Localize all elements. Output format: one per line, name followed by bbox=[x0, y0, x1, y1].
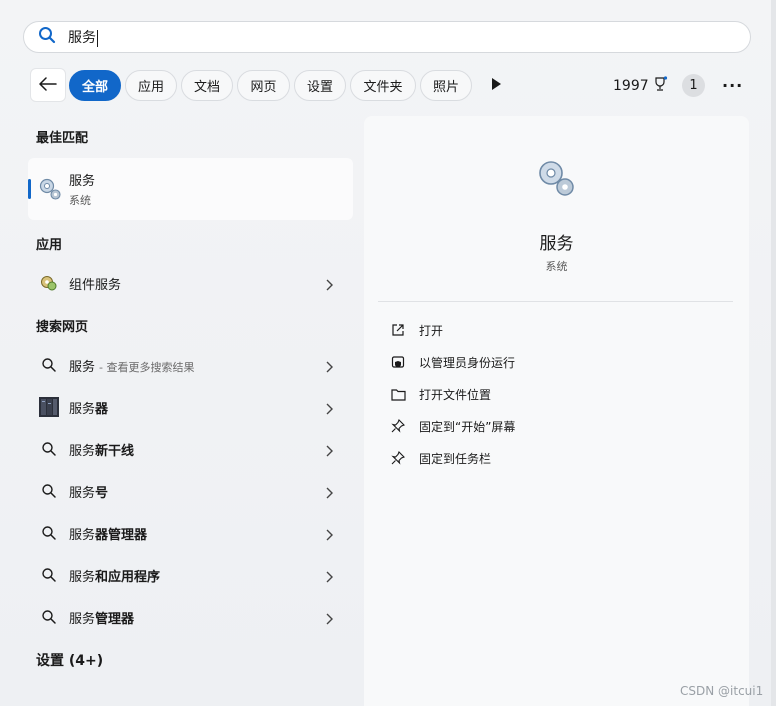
web-search-heading: 搜索网页 bbox=[36, 320, 89, 335]
tab-web[interactable]: 网页 bbox=[237, 70, 290, 101]
web-result-query: 服务 bbox=[69, 401, 96, 417]
rewards-points-value: 1997 bbox=[613, 78, 649, 94]
web-result-label: 服务号 bbox=[69, 482, 108, 501]
web-result-hint: - 查看更多搜索结果 bbox=[99, 360, 195, 374]
app-item-component-services[interactable]: 组件服务 bbox=[28, 265, 353, 301]
action-label: 打开 bbox=[419, 323, 444, 338]
chevron-right-icon bbox=[325, 484, 333, 503]
action-label: 固定到任务栏 bbox=[419, 451, 492, 466]
tab-folders[interactable]: 文件夹 bbox=[350, 70, 416, 101]
settings-heading[interactable]: 设置 (4+) bbox=[36, 650, 103, 670]
search-window: 服务 全部 应用 文档 网页 设置 文件夹 照片 1997 1 ··· 最佳匹配 bbox=[0, 0, 776, 706]
web-result-label: 服务器管理器 bbox=[69, 524, 147, 543]
selection-indicator bbox=[28, 179, 31, 199]
web-result-label: 服务 - 查看更多搜索结果 bbox=[69, 356, 194, 375]
web-result-query: 服务 bbox=[69, 443, 96, 459]
pin-icon bbox=[389, 449, 407, 467]
search-icon bbox=[38, 522, 60, 544]
tab-apps[interactable]: 应用 bbox=[125, 70, 177, 101]
web-result-item[interactable]: 服务号 bbox=[28, 473, 353, 509]
action-label: 固定到“开始”屏幕 bbox=[419, 419, 516, 434]
web-result-suggestion: 和应用程序 bbox=[95, 569, 161, 585]
web-result-suggestion: 管理器 bbox=[95, 611, 135, 627]
services-gear-icon bbox=[37, 176, 63, 206]
search-icon bbox=[38, 480, 60, 502]
chevron-right-icon bbox=[325, 358, 333, 377]
services-gear-icon bbox=[534, 156, 578, 204]
detail-title: 服务 bbox=[539, 234, 574, 254]
web-result-suggestion: 器管理器 bbox=[95, 527, 148, 543]
back-button[interactable] bbox=[30, 68, 66, 102]
best-match-heading: 最佳匹配 bbox=[36, 131, 89, 146]
pin-icon bbox=[389, 417, 407, 435]
web-result-query: 服务 bbox=[69, 485, 96, 501]
web-result-label: 服务新干线 bbox=[69, 440, 134, 459]
web-result-query: 服务 bbox=[69, 569, 96, 585]
search-box[interactable]: 服务 bbox=[23, 21, 751, 53]
web-result-label: 服务管理器 bbox=[69, 608, 134, 627]
web-result-item[interactable]: 服务新干线 bbox=[28, 431, 353, 467]
action-label: 以管理员身份运行 bbox=[419, 355, 516, 370]
search-icon bbox=[38, 438, 60, 460]
web-result-query: 服务 bbox=[69, 611, 96, 627]
arrow-left-icon bbox=[39, 76, 57, 95]
server-thumbnail-image bbox=[38, 396, 60, 418]
action-open[interactable]: 打开 bbox=[389, 320, 443, 340]
chevron-right-icon bbox=[325, 526, 333, 545]
web-result-label: 服务器 bbox=[69, 398, 108, 417]
rewards-points[interactable]: 1997 bbox=[613, 76, 668, 96]
action-pin-to-taskbar[interactable]: 固定到任务栏 bbox=[389, 448, 491, 468]
tab-documents[interactable]: 文档 bbox=[181, 70, 233, 101]
tab-all[interactable]: 全部 bbox=[69, 70, 121, 101]
chevron-right-icon bbox=[325, 442, 333, 461]
chevron-right-icon bbox=[325, 276, 333, 295]
search-icon bbox=[38, 354, 60, 376]
web-result-suggestion: 器 bbox=[95, 401, 109, 417]
component-services-icon bbox=[38, 272, 60, 294]
action-open-file-location[interactable]: 打开文件位置 bbox=[389, 384, 491, 404]
trophy-icon bbox=[652, 76, 668, 96]
action-pin-to-start[interactable]: 固定到“开始”屏幕 bbox=[389, 416, 515, 436]
apps-heading: 应用 bbox=[36, 238, 63, 253]
app-item-label: 组件服务 bbox=[69, 277, 122, 293]
web-result-query: 服务 bbox=[69, 359, 96, 375]
detail-type: 系统 bbox=[545, 260, 568, 273]
more-options-button[interactable]: ··· bbox=[722, 76, 743, 95]
tab-photos[interactable]: 照片 bbox=[420, 70, 472, 101]
best-match-item[interactable]: 服务 系统 bbox=[28, 158, 353, 220]
open-external-icon bbox=[389, 321, 407, 339]
web-result-query: 服务 bbox=[69, 527, 96, 543]
search-icon bbox=[38, 26, 56, 48]
web-result-label: 服务和应用程序 bbox=[69, 566, 160, 585]
text-caret bbox=[97, 29, 98, 47]
web-result-item[interactable]: 服务管理器 bbox=[28, 599, 353, 635]
divider bbox=[378, 301, 733, 302]
web-result-item[interactable]: 服务器管理器 bbox=[28, 515, 353, 551]
search-icon bbox=[38, 564, 60, 586]
search-input[interactable]: 服务 bbox=[68, 27, 98, 47]
web-result-suggestion: 号 bbox=[95, 485, 109, 501]
more-filters-play-icon[interactable] bbox=[492, 78, 501, 90]
watermark: CSDN @itcui1 bbox=[680, 684, 764, 698]
best-match-type: 系统 bbox=[69, 194, 91, 207]
folder-icon bbox=[389, 385, 407, 403]
window-edge bbox=[771, 0, 776, 706]
web-result-item[interactable]: 服务和应用程序 bbox=[28, 557, 353, 593]
tab-settings[interactable]: 设置 bbox=[294, 70, 346, 101]
chevron-right-icon bbox=[325, 610, 333, 629]
web-result-item[interactable]: 服务器 bbox=[28, 389, 353, 425]
best-match-name: 服务 bbox=[69, 174, 96, 189]
chevron-right-icon bbox=[325, 400, 333, 419]
detail-panel: 服务 系统 打开 以管理员身份运行 打开文件位置 固定到“开始”屏幕 固定到任务… bbox=[364, 116, 749, 706]
web-result-item[interactable]: 服务 - 查看更多搜索结果 bbox=[28, 347, 353, 383]
shield-icon bbox=[389, 353, 407, 371]
search-icon bbox=[38, 606, 60, 628]
web-result-suggestion: 新干线 bbox=[95, 443, 135, 459]
chevron-right-icon bbox=[325, 568, 333, 587]
action-run-as-admin[interactable]: 以管理员身份运行 bbox=[389, 352, 515, 372]
account-badge[interactable]: 1 bbox=[682, 74, 705, 97]
action-label: 打开文件位置 bbox=[419, 387, 492, 402]
